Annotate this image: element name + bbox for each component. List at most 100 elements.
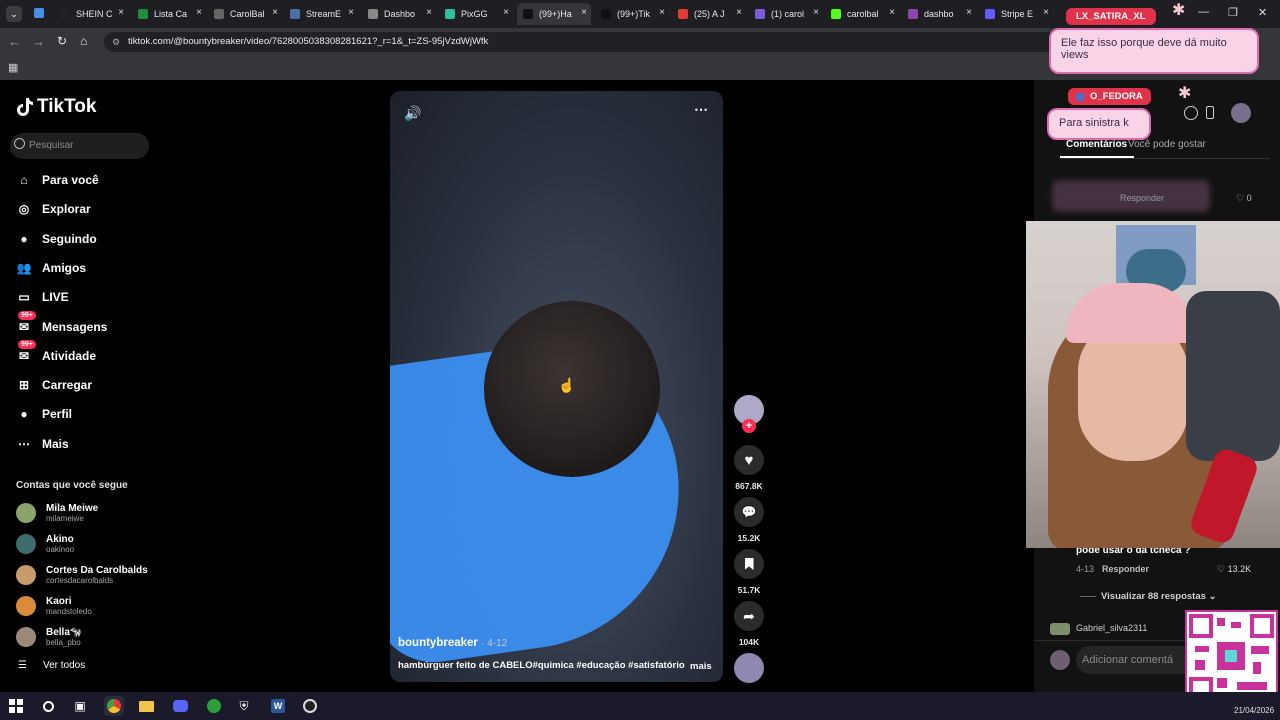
browser-tab[interactable]: dashbo × xyxy=(902,3,976,25)
reload-icon[interactable]: ↻ xyxy=(57,34,67,48)
word-icon[interactable]: W xyxy=(268,696,288,716)
forward-icon[interactable]: → xyxy=(32,34,45,49)
like-button[interactable]: ♥ xyxy=(734,445,764,475)
tab-close-icon[interactable]: × xyxy=(196,7,202,18)
sidebar-item-label: LIVE xyxy=(42,290,69,305)
video-player[interactable]: 🔊 ⋯ ☝ bountybreaker · 4-12 hambúrguer fe… xyxy=(390,91,723,682)
panel-device-icon[interactable] xyxy=(1206,106,1214,119)
next-commenter-name[interactable]: Gabriel_silva2311 xyxy=(1076,623,1147,633)
tab-close-icon[interactable]: × xyxy=(659,7,665,18)
sidebar-item-more[interactable]: ⋯ Mais xyxy=(14,432,69,456)
tiktok-sidebar: TikTok Pesquisar ⌂ Para você ◎ Explorar ● Seg… xyxy=(0,80,160,692)
tab-list-icon[interactable]: ⌄ xyxy=(6,6,22,22)
browser-tab[interactable]: Dashbo × xyxy=(362,3,436,25)
tab-label: (1) carol xyxy=(771,9,805,19)
task-view-icon[interactable]: ▣ xyxy=(70,696,90,716)
home-browser-icon[interactable]: ⌂ xyxy=(80,34,87,48)
pinned-tab-icon[interactable] xyxy=(34,8,44,18)
caption-more-link[interactable]: mais xyxy=(690,661,712,672)
followed-account[interactable]: Bella🐄 bella_pbo xyxy=(16,622,82,652)
comment-reply-link[interactable]: Responder xyxy=(1102,564,1149,574)
panel-profile-avatar[interactable] xyxy=(1231,103,1251,123)
xbox-icon[interactable] xyxy=(204,696,224,716)
browser-tab[interactable]: (1) carol × xyxy=(749,3,823,25)
comment-button[interactable]: 💬 xyxy=(734,497,764,527)
avatar xyxy=(16,627,36,647)
followed-account[interactable]: Kaori mandstoledo xyxy=(16,591,92,621)
browser-tab[interactable]: CarolBal × xyxy=(208,3,282,25)
browser-tab[interactable]: (25) A J × xyxy=(672,3,746,25)
tab-favicon-icon xyxy=(523,9,533,19)
save-button[interactable] xyxy=(734,549,764,579)
browser-tab[interactable]: SHEIN C × xyxy=(54,3,128,25)
heart-icon: ♥ xyxy=(744,451,754,469)
windows-start-icon[interactable] xyxy=(6,696,26,716)
comment-likes[interactable]: ♡ 13.2K xyxy=(1217,564,1251,575)
obs-icon[interactable] xyxy=(300,696,320,716)
cursor-icon: ☝ xyxy=(558,377,576,393)
url-field[interactable]: ⚙ tiktok.com/@bountybreaker/video/762800… xyxy=(104,32,1064,52)
sidebar-item-compass[interactable]: ◎ Explorar xyxy=(14,197,91,221)
site-info-icon[interactable]: ⚙ xyxy=(112,32,120,52)
tab-close-icon[interactable]: × xyxy=(581,7,587,18)
panel-share-icon[interactable] xyxy=(1184,106,1198,120)
sidebar-item-profile[interactable]: ● Perfil xyxy=(14,402,72,426)
tab-close-icon[interactable]: × xyxy=(1043,7,1049,18)
sidebar-item-label: Amigos xyxy=(42,260,87,275)
tab-close-icon[interactable]: × xyxy=(348,7,354,18)
taskbar-search-icon[interactable] xyxy=(38,696,58,716)
chrome-icon[interactable] xyxy=(104,696,124,716)
tab-close-icon[interactable]: × xyxy=(118,7,124,18)
volume-icon[interactable]: 🔊 xyxy=(404,105,421,122)
sidebar-item-home[interactable]: ⌂ Para você xyxy=(14,168,98,192)
blurred-reply[interactable]: Responder xyxy=(1120,193,1164,203)
sidebar-item-following[interactable]: ● Seguindo xyxy=(14,227,96,251)
browser-tab[interactable]: Lista Ca × xyxy=(132,3,206,25)
window-close-icon[interactable]: ✕ xyxy=(1258,6,1267,19)
browser-tab[interactable]: Stripe E × xyxy=(979,3,1053,25)
tab-close-icon[interactable]: × xyxy=(426,7,432,18)
apps-grid-icon[interactable]: ▦ xyxy=(8,61,18,74)
browser-tab[interactable]: (99+)Ha × xyxy=(517,3,591,25)
video-author[interactable]: bountybreaker xyxy=(398,637,478,649)
see-all-link[interactable]: ☰ Ver todos xyxy=(18,660,85,671)
tab-close-icon[interactable]: × xyxy=(272,7,278,18)
file-explorer-icon[interactable] xyxy=(136,696,156,716)
sidebar-item-friends[interactable]: 👥 Amigos xyxy=(14,256,87,280)
sound-avatar[interactable] xyxy=(734,653,764,683)
defender-icon[interactable]: ⛨ xyxy=(234,696,254,716)
tab-close-icon[interactable]: × xyxy=(966,7,972,18)
share-button[interactable]: ➦ xyxy=(734,601,764,631)
view-replies-link[interactable]: Visualizar 88 respostas ⌄ xyxy=(1101,591,1217,602)
followed-account[interactable]: Cortes Da Carolbalds cortesdacarolbalds xyxy=(16,560,148,590)
tab-close-icon[interactable]: × xyxy=(889,7,895,18)
search-input[interactable]: Pesquisar xyxy=(10,133,149,159)
video-options-icon[interactable]: ⋯ xyxy=(694,101,708,118)
tiktok-logo[interactable]: TikTok xyxy=(16,96,96,118)
browser-tab[interactable]: (99+)Tik × xyxy=(595,3,669,25)
followed-account[interactable]: Mila Meiwe milameiwe xyxy=(16,498,98,528)
window-minimize-icon[interactable]: — xyxy=(1198,6,1209,18)
follow-plus-icon[interactable]: + xyxy=(742,419,756,433)
tab-close-icon[interactable]: × xyxy=(503,7,509,18)
followed-account[interactable]: Akino oakinoo xyxy=(16,529,74,559)
tab-favicon-icon xyxy=(368,9,378,19)
browser-tab[interactable]: PixGG × xyxy=(439,3,513,25)
tab-close-icon[interactable]: × xyxy=(736,7,742,18)
blurred-likes: ♡ 0 xyxy=(1236,193,1252,204)
next-commenter-avatar xyxy=(1050,623,1070,635)
tab-label: PixGG xyxy=(461,9,488,19)
sidebar-item-activity[interactable]: ✉ 99+ Atividade xyxy=(14,339,96,368)
tab-close-icon[interactable]: × xyxy=(813,7,819,18)
discord-icon[interactable] xyxy=(170,696,190,716)
window-restore-icon[interactable]: ❐ xyxy=(1228,6,1238,19)
back-icon[interactable]: ← xyxy=(8,34,21,49)
sidebar-item-messages[interactable]: ✉ 99+ Mensagens xyxy=(14,310,107,339)
sidebar-item-upload[interactable]: ⊞ Carregar xyxy=(14,373,92,397)
browser-tab[interactable]: carolbal × xyxy=(825,3,899,25)
likes-count: 867.8K xyxy=(735,481,763,491)
browser-tab[interactable]: StreamE × xyxy=(284,3,358,25)
tab-comments[interactable]: Comentários xyxy=(1066,139,1127,150)
sidebar-item-live[interactable]: ▭ LIVE xyxy=(14,285,69,309)
tab-you-may-like[interactable]: Você pode gostar xyxy=(1128,139,1206,150)
